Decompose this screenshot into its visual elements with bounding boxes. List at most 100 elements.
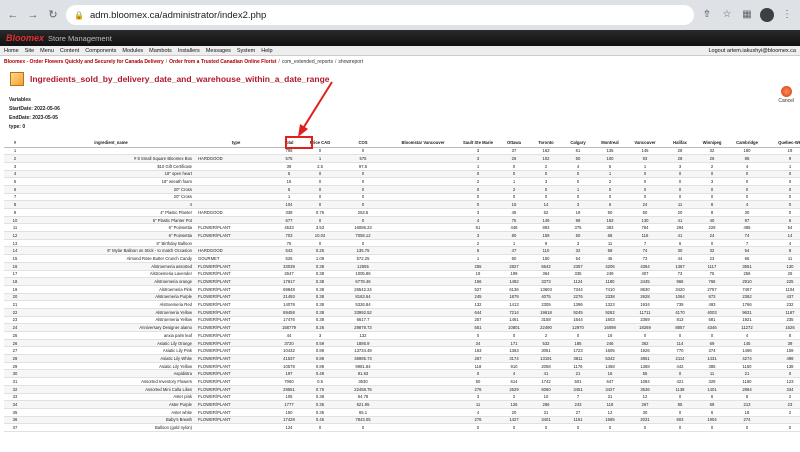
table-cell: 10 [530,393,562,402]
table-cell: 0 [626,185,664,194]
table-cell: 16 [594,369,626,379]
table-cell: 145 [728,339,766,348]
table-cell [388,354,458,363]
share-icon[interactable]: ⇮ [700,8,714,22]
table-cell: 1 [458,254,498,263]
breadcrumb-item[interactable]: showreport [338,59,363,65]
menu-item-mambots[interactable]: Mambots [149,48,172,54]
table-cell: 60 [498,254,530,263]
table-cell: 47 [498,246,530,256]
table-cell: 873 [696,293,728,302]
table-cell: 527 [458,285,498,294]
menu-item-installers[interactable]: Installers [178,48,200,54]
table-cell: 0 [664,393,696,402]
address-bar[interactable]: 🔒 adm.bloomex.ca/administrator/index2.ph… [66,5,694,25]
table-cell: 11 [696,369,728,379]
table-cell: 2 [458,177,498,186]
table-cell: 0 [458,369,498,379]
table-cell: 29 [4,362,26,371]
table-cell [196,423,276,432]
table-cell: 156 [458,277,498,286]
table-cell: 0 [338,147,388,156]
menu-item-site[interactable]: Site [25,48,34,54]
table-cell: 41 [530,369,562,379]
table-cell: 1180 [594,277,626,286]
logout-link[interactable]: Logout artem.iakushyi@bloomex.ca [708,48,796,54]
table-cell [388,346,458,356]
breadcrumb-item[interactable]: Order from a Trusted Canadian Online Flo… [169,59,276,65]
table-cell: 1585 [594,416,626,425]
table-cell: 0 [530,193,562,202]
table-cell: 495 [728,223,766,233]
table-cell: 24 [4,323,26,332]
menu-item-help[interactable]: Help [261,48,272,54]
table-cell: 2058 [530,362,562,371]
cancel-button[interactable]: Cancel [778,86,794,104]
bookmark-star-icon[interactable]: ☆ [720,8,734,22]
menu-item-home[interactable]: Home [4,48,19,54]
table-cell: Aster pink [26,393,196,402]
table-cell [388,323,458,332]
table-row: 36 Baby's Breath FLOWER/PLANT 17428 0.45 7843… [4,416,800,425]
reload-icon[interactable]: ↻ [46,8,60,22]
table-cell: 0 [594,423,626,432]
table-row: 26 Asiatic Lily Orange FLOWER/PLANT 3720 0.5… [4,339,800,348]
table-cell: 12555 [338,262,388,271]
table-cell: 9245 [562,308,594,317]
table-cell: $10 Gift Certificate [26,162,196,171]
page-title-block: Ingredients_sold_by_delivery_date_and_wa… [10,72,330,86]
table-cell: 2757 [696,285,728,294]
table-cell: 1742 [530,377,562,386]
extensions-icon[interactable]: ▦ [740,8,754,22]
table-cell: 0 [728,177,766,186]
table-cell: 40 [696,216,728,225]
column-header: Vancouver [626,138,664,148]
menu-item-menu[interactable]: Menu [40,48,54,54]
table-cell [388,393,458,402]
forward-icon[interactable]: → [26,8,40,22]
table-row: 25 anxia palm leaf FLOWER/PLANT 44 3 132 0 0 2 0 1… [4,331,800,340]
table-cell: 41537 [276,354,302,363]
table-header-row: # ingredient_name type total Price CAD COS Blo… [4,138,800,148]
menu-item-messages[interactable]: Messages [206,48,231,54]
table-cell: 4003 [696,308,728,317]
table-cell: 31 [530,408,562,417]
table-cell: 163 [530,147,562,156]
table-cell: 6 [4,185,26,194]
menu-item-system[interactable]: System [237,48,255,54]
back-icon[interactable]: ← [6,8,20,22]
table-cell: 4 [458,408,498,417]
menu-item-content[interactable]: Content [60,48,79,54]
table-cell: 85 [664,400,696,409]
table-cell: 149 [530,216,562,225]
breadcrumb-item[interactable]: Bloomex - Order Flowers Quickly and Secu… [4,59,164,65]
table-cell: 55 [626,369,664,379]
menu-item-modules[interactable]: Modules [122,48,143,54]
table-cell: 171 [498,339,530,348]
table-cell: 35 [4,408,26,417]
table-cell: 93 [626,154,664,163]
profile-avatar[interactable] [760,8,774,22]
table-cell: 3 [458,154,498,163]
table-cell: 0 [696,423,728,432]
table-cell: 3 [4,162,26,171]
table-cell [388,193,458,202]
table-cell: 11 [664,200,696,209]
table-cell: 25 [766,270,800,279]
table-cell: 0 [664,331,696,340]
table-cell: 20" Cross [26,193,196,202]
table-cell: 385 [696,362,728,371]
table-cell: 6136 [498,285,530,294]
table-cell: 8 [766,331,800,340]
table-cell [388,377,458,386]
table-row: 15 Almond Rose Butter Crunch Candy GOURMET… [4,254,800,263]
more-menu-icon[interactable]: ⋮ [780,8,794,22]
table-cell: Asiatic Lily Yellow [26,362,196,371]
breadcrumb-item[interactable]: com_extended_reports [282,59,333,65]
menu-item-components[interactable]: Components [85,48,116,54]
type-value: type: 0 [9,124,26,130]
table-cell: 2628 [626,293,664,302]
table-cell: 0.89 [302,346,338,356]
table-cell: 1723 [562,346,594,356]
table-cell: 6" Poinsettia [26,231,196,240]
